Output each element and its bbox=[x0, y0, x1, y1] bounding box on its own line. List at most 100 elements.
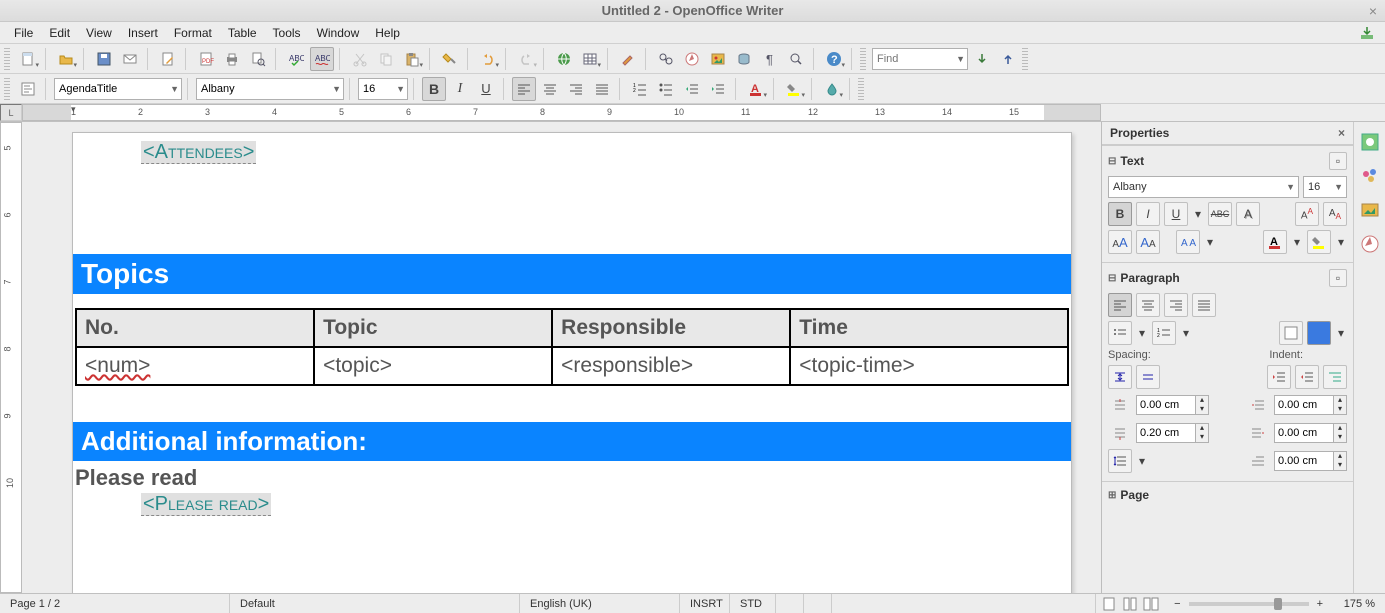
toolbar-handle[interactable] bbox=[4, 48, 10, 70]
tab-properties-icon[interactable] bbox=[1358, 130, 1382, 154]
sb-hanging-indent[interactable] bbox=[1323, 365, 1347, 389]
indent-first-spin[interactable]: ▴▾ bbox=[1274, 451, 1347, 471]
sb-linespacing-more[interactable]: ▾ bbox=[1136, 449, 1148, 473]
align-center-button[interactable] bbox=[538, 77, 562, 101]
status-language[interactable]: English (UK) bbox=[520, 594, 680, 613]
background-color-button[interactable]: ▾ bbox=[820, 77, 844, 101]
sb-align-left[interactable] bbox=[1108, 293, 1132, 317]
sb-underline-button[interactable]: U bbox=[1164, 202, 1188, 226]
sb-align-right[interactable] bbox=[1164, 293, 1188, 317]
cut-button[interactable] bbox=[348, 47, 372, 71]
underline-button[interactable]: U bbox=[474, 77, 498, 101]
sb-dec-indent[interactable] bbox=[1295, 365, 1319, 389]
autospell-button[interactable]: ABC bbox=[310, 47, 334, 71]
font-color-button[interactable]: A▾ bbox=[744, 77, 768, 101]
sb-highlight-more[interactable]: ▾ bbox=[1335, 230, 1347, 254]
styles-window-button[interactable] bbox=[16, 77, 40, 101]
th-time[interactable]: Time bbox=[790, 309, 1068, 347]
highlight-button[interactable]: ▾ bbox=[782, 77, 806, 101]
sb-spacing-more[interactable]: ▾ bbox=[1204, 230, 1216, 254]
sb-strike-button[interactable]: ABC bbox=[1208, 202, 1232, 226]
sb-shrink-font-button[interactable]: AA bbox=[1136, 230, 1160, 254]
gallery-button[interactable] bbox=[706, 47, 730, 71]
document-viewport[interactable]: <Attendees> Topics No. Topic Responsible… bbox=[22, 122, 1101, 593]
menu-file[interactable]: File bbox=[6, 24, 41, 42]
spellcheck-button[interactable]: ABC bbox=[284, 47, 308, 71]
sidebar-close-icon[interactable]: × bbox=[1338, 126, 1345, 140]
sb-dec-spacing[interactable] bbox=[1136, 365, 1160, 389]
numbered-list-button[interactable]: 12 bbox=[628, 77, 652, 101]
indent-after-spin[interactable]: ▴▾ bbox=[1274, 423, 1347, 443]
th-topic[interactable]: Topic bbox=[314, 309, 552, 347]
td-time[interactable]: <topic-time> bbox=[790, 347, 1068, 385]
open-button[interactable]: ▾ bbox=[54, 47, 78, 71]
more-options-icon[interactable]: ▫ bbox=[1329, 152, 1347, 170]
status-signature-icon[interactable] bbox=[804, 594, 832, 613]
paragraph-style-combo[interactable]: ▼ bbox=[54, 78, 182, 100]
edit-file-button[interactable] bbox=[156, 47, 180, 71]
sb-numbering-button[interactable]: 12 bbox=[1152, 321, 1176, 345]
zoom-out-icon[interactable]: − bbox=[1174, 598, 1180, 610]
font-name-combo[interactable]: ▼ bbox=[196, 78, 344, 100]
sb-char-spacing-button[interactable]: A A bbox=[1176, 230, 1200, 254]
find-next-button[interactable] bbox=[970, 47, 994, 71]
nonprinting-button[interactable]: ¶ bbox=[758, 47, 782, 71]
menu-window[interactable]: Window bbox=[309, 24, 368, 42]
sb-font-color-button[interactable]: A bbox=[1263, 230, 1287, 254]
vertical-ruler[interactable]: 5678910 bbox=[0, 122, 22, 593]
status-page[interactable]: Page 1 / 2 bbox=[0, 594, 230, 613]
print-button[interactable] bbox=[220, 47, 244, 71]
sb-shadow-button[interactable]: A bbox=[1236, 202, 1260, 226]
sb-fontcolor-more[interactable]: ▾ bbox=[1291, 230, 1303, 254]
menu-table[interactable]: Table bbox=[220, 24, 265, 42]
align-left-button[interactable] bbox=[512, 77, 536, 101]
status-style[interactable]: Default bbox=[230, 594, 520, 613]
window-close-icon[interactable]: × bbox=[1369, 3, 1377, 19]
horizontal-ruler[interactable]: ▾ 123456789101112131415 bbox=[22, 104, 1101, 121]
menu-insert[interactable]: Insert bbox=[120, 24, 166, 42]
sb-bullets-more[interactable]: ▾ bbox=[1136, 321, 1148, 345]
status-zoom[interactable]: 175 % bbox=[1333, 594, 1385, 613]
undo-button[interactable]: ▾ bbox=[476, 47, 500, 71]
indent-before-spin[interactable]: ▴▾ bbox=[1274, 395, 1347, 415]
redo-button[interactable]: ▾ bbox=[514, 47, 538, 71]
view-book-icon[interactable] bbox=[1142, 596, 1160, 612]
more-options-icon[interactable]: ▫ bbox=[1329, 269, 1347, 287]
sb-parabg-more[interactable]: ▾ bbox=[1335, 321, 1347, 345]
th-responsible[interactable]: Responsible bbox=[552, 309, 790, 347]
new-button[interactable]: ▾ bbox=[16, 47, 40, 71]
topics-heading[interactable]: Topics bbox=[73, 254, 1071, 294]
increase-indent-button[interactable] bbox=[706, 77, 730, 101]
sb-align-center[interactable] bbox=[1136, 293, 1160, 317]
view-multi-page-icon[interactable] bbox=[1121, 596, 1139, 612]
menu-help[interactable]: Help bbox=[367, 24, 408, 42]
tab-gallery-icon[interactable] bbox=[1358, 198, 1382, 222]
align-right-button[interactable] bbox=[564, 77, 588, 101]
status-insert[interactable]: INSRT bbox=[680, 594, 730, 613]
toolbar-handle[interactable] bbox=[4, 78, 10, 100]
print-preview-button[interactable] bbox=[246, 47, 270, 71]
td-topic[interactable]: <topic> bbox=[314, 347, 552, 385]
email-button[interactable] bbox=[118, 47, 142, 71]
sb-para-bg-color[interactable] bbox=[1307, 321, 1331, 345]
zoom-button[interactable] bbox=[784, 47, 808, 71]
tab-styles-icon[interactable] bbox=[1358, 164, 1382, 188]
sb-inc-indent[interactable] bbox=[1267, 365, 1291, 389]
font-size-combo[interactable]: ▼ bbox=[358, 78, 408, 100]
menu-tools[interactable]: Tools bbox=[265, 24, 309, 42]
format-paintbrush-button[interactable] bbox=[438, 47, 462, 71]
bold-button[interactable]: B bbox=[422, 77, 446, 101]
paste-button[interactable]: ▾ bbox=[400, 47, 424, 71]
insert-table-button[interactable]: ▾ bbox=[578, 47, 602, 71]
sb-line-spacing[interactable] bbox=[1108, 449, 1132, 473]
show-draw-button[interactable] bbox=[616, 47, 640, 71]
sb-grow-font-button[interactable]: AA bbox=[1108, 230, 1132, 254]
zoom-in-icon[interactable]: + bbox=[1317, 598, 1323, 610]
find-replace-button[interactable] bbox=[654, 47, 678, 71]
attendees-placeholder[interactable]: <Attendees> bbox=[141, 141, 256, 164]
sb-superscript-button[interactable]: AA bbox=[1295, 202, 1319, 226]
view-single-page-icon[interactable] bbox=[1100, 596, 1118, 612]
toolbar-overflow[interactable] bbox=[1022, 48, 1028, 70]
please-read-label[interactable]: Please read bbox=[73, 461, 1071, 491]
help-button[interactable]: ?▾ bbox=[822, 47, 846, 71]
